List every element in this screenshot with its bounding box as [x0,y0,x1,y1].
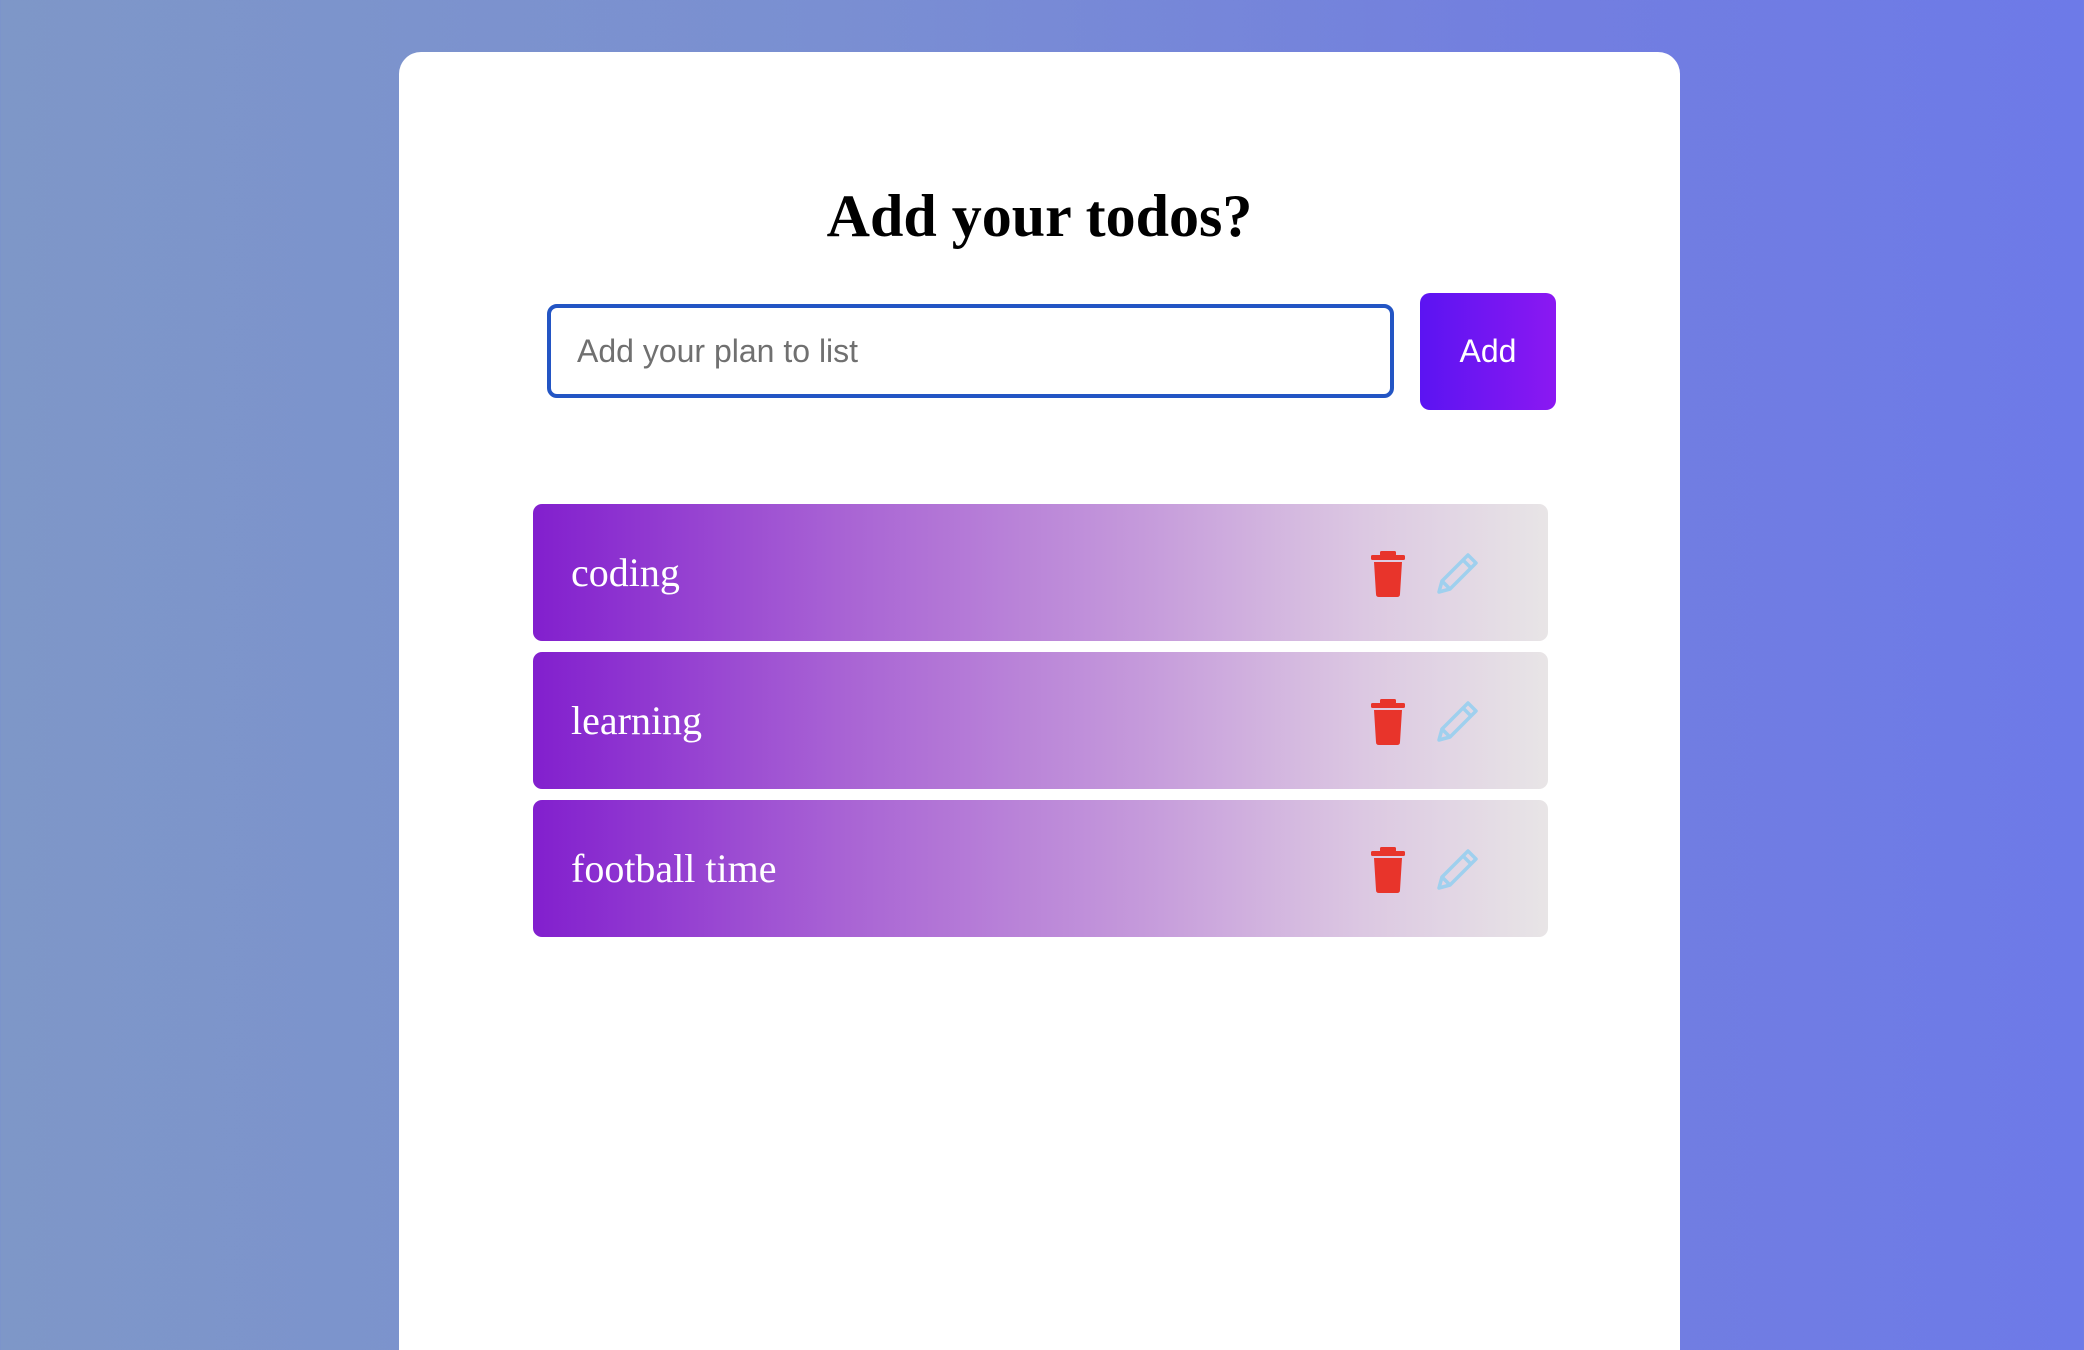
todo-text: learning [571,698,703,743]
todo-input[interactable] [547,304,1394,398]
pencil-icon[interactable] [1433,844,1483,894]
pencil-icon[interactable] [1433,696,1483,746]
trash-icon[interactable] [1363,844,1413,894]
trash-icon[interactable] [1363,696,1413,746]
todo-list: coding learning football time [533,504,1548,948]
todo-card: Add your todos? Add coding [399,52,1680,1350]
page-title: Add your todos? [826,183,1253,249]
todo-item: learning [533,652,1548,789]
todo-text: football time [571,846,777,891]
todo-item: football time [533,800,1548,937]
trash-icon[interactable] [1363,548,1413,598]
todo-text: coding [571,550,680,595]
todo-item: coding [533,504,1548,641]
pencil-icon[interactable] [1433,548,1483,598]
add-button[interactable]: Add [1420,293,1556,410]
